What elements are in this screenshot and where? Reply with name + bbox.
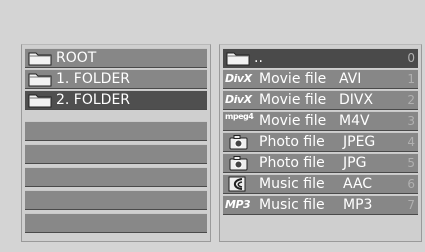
file-index: 0 xyxy=(407,51,415,65)
file-type: Photo file xyxy=(259,155,325,171)
file-item[interactable]: Photo file JPG 5 xyxy=(223,153,418,173)
file-index: 6 xyxy=(407,177,415,191)
folder-label: 1. FOLDER xyxy=(56,71,131,87)
file-ext: JPEG xyxy=(343,134,376,150)
file-list-panel: .. 0 DivX Movie file AVI 1 DivX Movie fi… xyxy=(219,44,422,242)
file-item[interactable]: Photo file JPEG 4 xyxy=(223,132,418,152)
folder-item-1[interactable]: 1. FOLDER xyxy=(25,69,207,89)
file-item[interactable]: mpeg4 Movie file M4V 3 xyxy=(223,111,418,131)
folder-icon xyxy=(28,50,52,66)
file-index: 4 xyxy=(407,135,415,149)
file-type: Movie file xyxy=(259,113,327,129)
folder-list-panel: ROOT 1. FOLDER 2. FOLDER xyxy=(21,44,211,242)
file-item[interactable]: DivX Movie file DIVX 2 xyxy=(223,90,418,110)
file-item[interactable]: Music file AAC 6 xyxy=(223,174,418,194)
file-ext: AVI xyxy=(339,71,362,87)
file-ext: M4V xyxy=(339,113,370,129)
file-ext: DIVX xyxy=(339,92,374,108)
camera-icon xyxy=(226,155,250,171)
folder-icon xyxy=(28,71,52,87)
mp3-icon: MP3 xyxy=(225,198,251,211)
divx-icon: DivX xyxy=(225,93,252,106)
camera-icon xyxy=(226,134,250,150)
file-type: Photo file xyxy=(259,134,325,150)
file-item[interactable]: DivX Movie file AVI 1 xyxy=(223,69,418,89)
file-name: .. xyxy=(254,50,263,66)
folder-label: ROOT xyxy=(56,50,97,66)
file-item[interactable]: MP3 Music file MP3 7 xyxy=(223,195,418,215)
folder-item-empty xyxy=(25,167,207,187)
folder-item-2[interactable]: 2. FOLDER xyxy=(25,90,207,110)
mpeg4-icon: mpeg4 xyxy=(225,112,254,121)
folder-icon xyxy=(28,92,52,108)
file-index: 1 xyxy=(407,72,415,86)
file-item-parent[interactable]: .. 0 xyxy=(223,48,418,68)
file-type: Movie file xyxy=(259,92,327,108)
file-type: Movie file xyxy=(259,71,327,87)
folder-item-empty xyxy=(25,213,207,233)
media-browser-screen: ROOT 1. FOLDER 2. FOLDER .. 0 DivX Movie… xyxy=(0,0,425,252)
divx-icon: DivX xyxy=(225,72,252,85)
folder-up-icon xyxy=(226,50,250,66)
file-index: 3 xyxy=(407,114,415,128)
folder-item-empty xyxy=(25,144,207,164)
file-index: 2 xyxy=(407,93,415,107)
folder-label: 2. FOLDER xyxy=(56,92,131,108)
music-wave-icon xyxy=(226,176,250,192)
file-ext: JPG xyxy=(343,155,367,171)
file-type: Music file xyxy=(259,197,325,213)
file-ext: MP3 xyxy=(343,197,373,213)
folder-item-empty xyxy=(25,190,207,210)
file-ext: AAC xyxy=(343,176,373,192)
folder-item-root[interactable]: ROOT xyxy=(25,48,207,68)
folder-item-empty xyxy=(25,121,207,141)
file-index: 5 xyxy=(407,156,415,170)
file-index: 7 xyxy=(407,198,415,212)
file-type: Music file xyxy=(259,176,325,192)
